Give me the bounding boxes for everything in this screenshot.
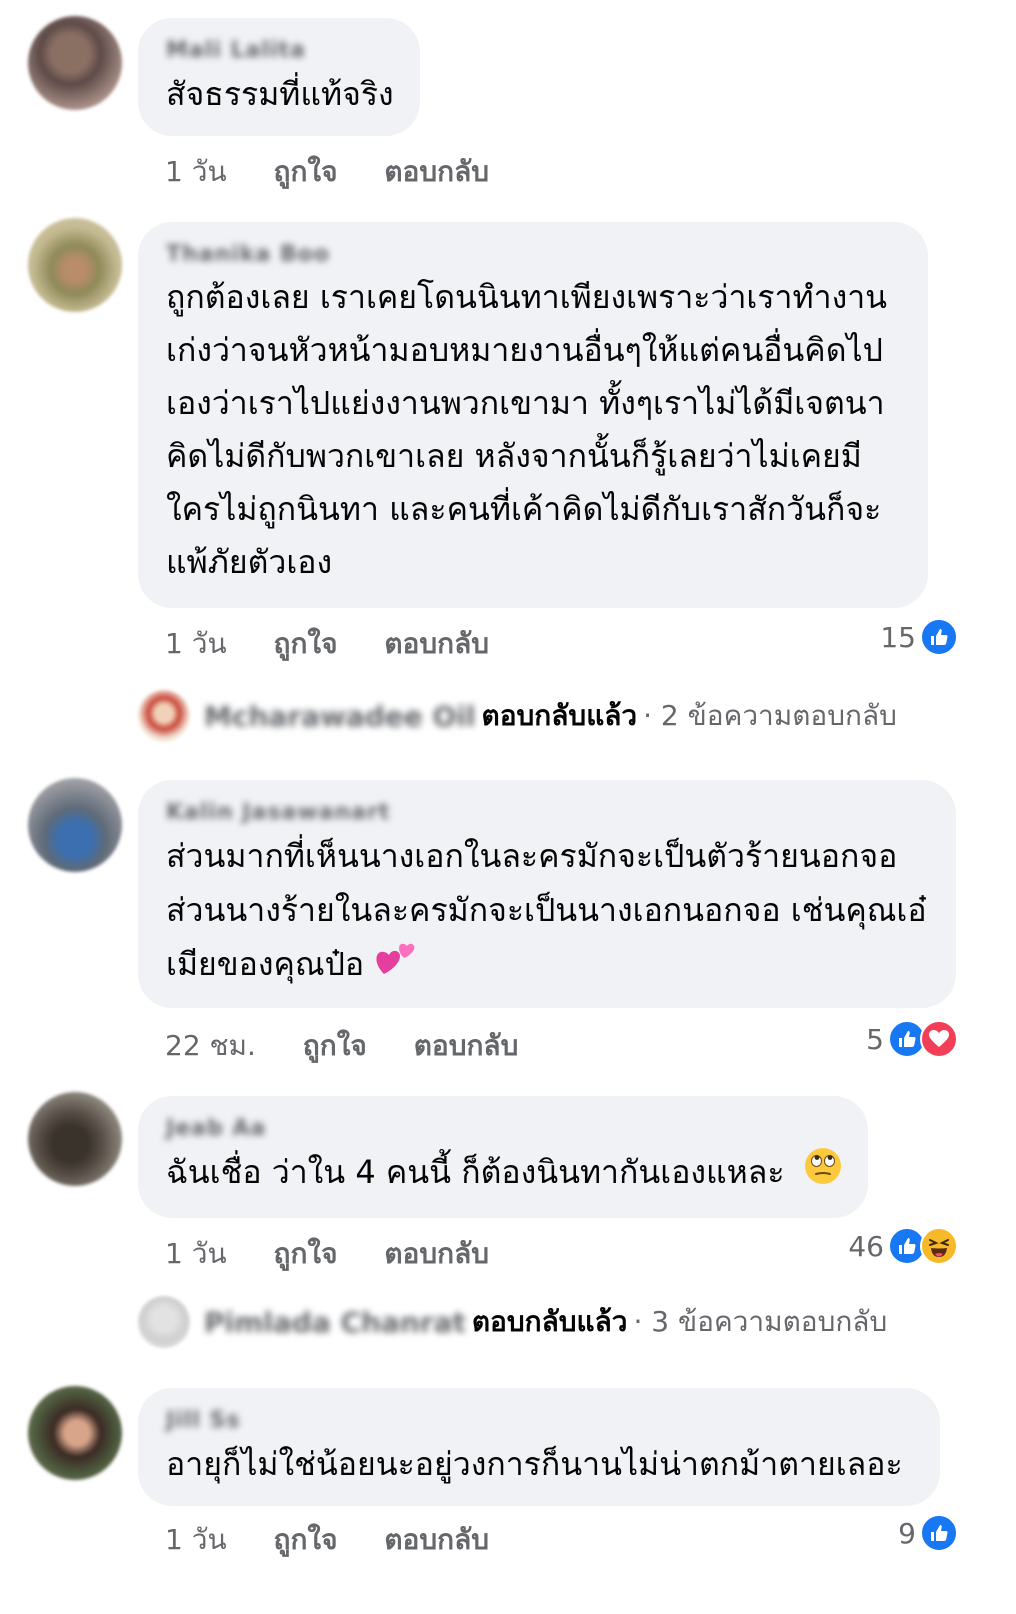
reaction-count: 9 xyxy=(898,1516,916,1550)
comment-actions: 1 วัน ถูกใจ ตอบกลับ xyxy=(165,1518,489,1562)
avatar[interactable] xyxy=(28,218,122,312)
reply-button[interactable]: ตอบกลับ xyxy=(384,1518,489,1562)
comment-author[interactable]: Jill Ss xyxy=(166,1408,240,1433)
like-button[interactable]: ถูกใจ xyxy=(303,1024,367,1068)
laughing-face-icon xyxy=(920,1227,958,1265)
comment-author[interactable]: Mali Lalita xyxy=(166,38,306,63)
thumbs-up-icon xyxy=(920,1514,958,1552)
comment-time[interactable]: 1 วัน xyxy=(165,1232,227,1276)
avatar xyxy=(138,690,190,742)
comment-bubble: Kalin Jasawanart ส่วนมากที่เห็นนางเอกในล… xyxy=(138,780,956,1008)
like-button[interactable]: ถูกใจ xyxy=(273,150,337,194)
reply-author: Pimlada Chanrat xyxy=(204,1305,466,1339)
avatar[interactable] xyxy=(28,16,122,110)
comment-bubble: Jeab Aa ฉันเชื่อ ว่าใน 4 คนนี้ ก็ต้องนิน… xyxy=(138,1096,868,1218)
comment-line: ฉันเชื่อ ว่าใน 4 คนนี้ ก็ต้องนินทากันเอง… xyxy=(166,1145,843,1203)
reply-count: · 3 ข้อความตอบกลับ xyxy=(633,1305,888,1338)
replied-label: ตอบกลับแล้ว xyxy=(481,699,638,732)
comment-line-text: ฉันเชื่อ ว่าใน 4 คนนี้ ก็ต้องนินทากันเอง… xyxy=(166,1153,785,1191)
comment-line: ส่วนมากที่เห็นนางเอกในละครมักจะเป็นตัวร้… xyxy=(166,837,898,875)
comment-line: ส่วนนางร้ายในละครมักจะเป็นนางเอกนอกจอ เช… xyxy=(166,891,927,929)
comment-line: เมียของคุณป๋อ xyxy=(166,937,928,994)
comment-time[interactable]: 22 ชม. xyxy=(165,1024,256,1068)
avatar[interactable] xyxy=(28,1386,122,1480)
reply-button[interactable]: ตอบกลับ xyxy=(384,622,489,666)
reply-button[interactable]: ตอบกลับ xyxy=(414,1024,519,1068)
like-button[interactable]: ถูกใจ xyxy=(273,1232,337,1276)
comment-author[interactable]: Kalin Jasawanart xyxy=(166,800,390,825)
comment-author[interactable]: Thanika Boo xyxy=(166,242,330,267)
replied-label: ตอบกลับแล้ว xyxy=(471,1305,628,1338)
comment-actions: 22 ชม. ถูกใจ ตอบกลับ xyxy=(165,1024,518,1068)
reaction-summary[interactable]: 46 xyxy=(848,1227,958,1265)
comment-line: แพ้ภัยตัวเอง xyxy=(166,543,333,581)
comment-bubble: Jill Ss อายุก็ไม่ใช่น้อยนะอยู่วงการก็นาน… xyxy=(138,1388,940,1506)
reply-author: Mcharawadee Oil xyxy=(204,699,476,733)
comment-line: เองว่าเราไปแย่งงานพวกเขามา ทั้งๆเราไม่ได… xyxy=(166,384,885,422)
like-button[interactable]: ถูกใจ xyxy=(273,1518,337,1562)
comment-time[interactable]: 1 วัน xyxy=(165,1518,227,1562)
comment-line: ถูกต้องเลย เราเคยโดนนินทาเพียงเพราะว่าเร… xyxy=(166,278,888,316)
avatar xyxy=(138,1296,190,1348)
like-button[interactable]: ถูกใจ xyxy=(273,622,337,666)
reply-count: · 2 ข้อความตอบกลับ xyxy=(643,699,897,732)
comment-text: ฉันเชื่อ ว่าใน 4 คนนี้ ก็ต้องนินทากันเอง… xyxy=(166,1145,843,1203)
avatar[interactable] xyxy=(28,1092,122,1186)
two-hearts-emoji xyxy=(374,938,418,994)
eye-roll-emoji xyxy=(803,1146,843,1203)
thumbs-up-icon xyxy=(920,618,958,656)
comment-line: เก่งว่าจนหัวหน้ามอบหมายงานอื่นๆให้แต่คนอ… xyxy=(166,331,883,369)
comment-actions: 1 วัน ถูกใจ ตอบกลับ xyxy=(165,622,489,666)
reaction-summary[interactable]: 5 xyxy=(866,1020,958,1058)
comment-line: ใครไม่ถูกนินทา และคนที่เค้าคิดไม่ดีกับเร… xyxy=(166,490,882,528)
comment-author[interactable]: Jeab Aa xyxy=(166,1116,266,1141)
comment-line: สัจธรรมที่แท้จริง xyxy=(166,75,394,113)
reply-button[interactable]: ตอบกลับ xyxy=(384,1232,489,1276)
avatar[interactable] xyxy=(28,778,122,872)
comment-text: ถูกต้องเลย เราเคยโดนนินทาเพียงเพราะว่าเร… xyxy=(166,271,900,589)
comment-text: ส่วนมากที่เห็นนางเอกในละครมักจะเป็นตัวร้… xyxy=(166,829,928,994)
reply-button[interactable]: ตอบกลับ xyxy=(384,150,489,194)
comment-line: คิดไม่ดีกับพวกเขาเลย หลังจากนั้นก็รู้เลย… xyxy=(166,437,862,475)
reaction-count: 15 xyxy=(880,620,916,654)
comment-line: อายุก็ไม่ใช่น้อยนะอยู่วงการก็นานไม่น่าตก… xyxy=(166,1445,903,1483)
comment-line-text: เมียของคุณป๋อ xyxy=(166,945,365,983)
comment-text: สัจธรรมที่แท้จริง xyxy=(166,67,394,122)
reaction-count: 46 xyxy=(848,1229,884,1263)
comment-time[interactable]: 1 วัน xyxy=(165,150,227,194)
heart-icon xyxy=(920,1020,958,1058)
comment-bubble: Mali Lalita สัจธรรมที่แท้จริง xyxy=(138,18,420,136)
comment-bubble: Thanika Boo ถูกต้องเลย เราเคยโดนนินทาเพี… xyxy=(138,222,928,608)
comment-actions: 1 วัน ถูกใจ ตอบกลับ xyxy=(165,1232,489,1276)
reaction-count: 5 xyxy=(866,1022,884,1056)
view-replies-link[interactable]: Mcharawadee Oil ตอบกลับแล้ว · 2 ข้อความต… xyxy=(138,690,897,742)
comment-time[interactable]: 1 วัน xyxy=(165,622,227,666)
comment-actions: 1 วัน ถูกใจ ตอบกลับ xyxy=(165,150,489,194)
view-replies-link[interactable]: Pimlada Chanrat ตอบกลับแล้ว · 3 ข้อความต… xyxy=(138,1296,887,1348)
comment-text: อายุก็ไม่ใช่น้อยนะอยู่วงการก็นานไม่น่าตก… xyxy=(166,1437,912,1492)
reaction-summary[interactable]: 9 xyxy=(898,1514,958,1552)
reaction-summary[interactable]: 15 xyxy=(880,618,958,656)
